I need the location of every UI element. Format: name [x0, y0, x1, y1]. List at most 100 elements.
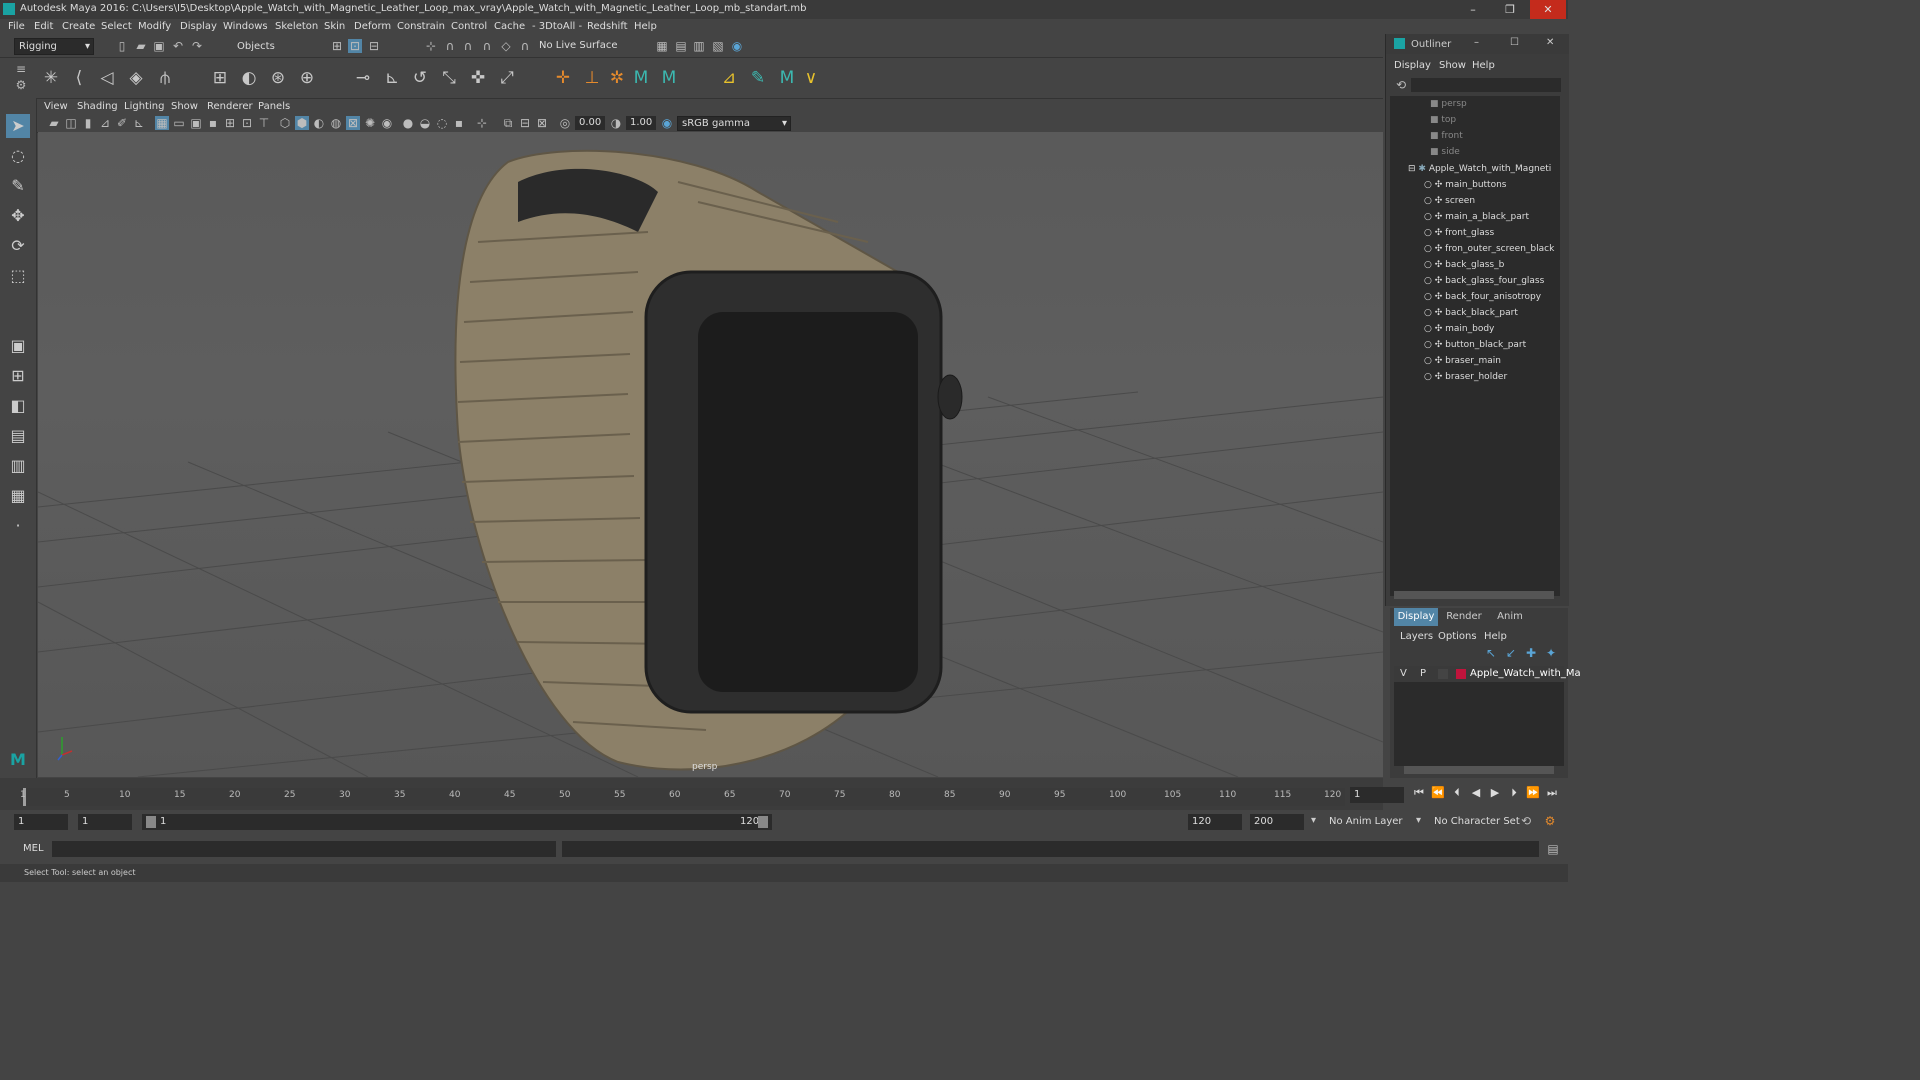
cluster-icon[interactable]: ⊕ — [296, 67, 318, 89]
backface-icon[interactable]: ⊠ — [535, 116, 549, 130]
select-object-icon[interactable]: ⊡ — [348, 39, 362, 53]
outliner-item-top[interactable]: ■ top — [1430, 112, 1456, 128]
menu-redshift[interactable]: Redshift — [587, 21, 628, 32]
menu-skeleton[interactable]: Skeleton — [275, 21, 318, 32]
watch-screen[interactable] — [698, 312, 918, 692]
menu-cache[interactable]: Cache — [494, 21, 525, 32]
single-pane-icon[interactable]: ▣ — [6, 334, 30, 358]
scale-tool-icon[interactable]: ⬚ — [6, 264, 30, 288]
move-layer-up-icon[interactable]: ↖ — [1484, 646, 1498, 660]
render-frame-icon[interactable]: ▤ — [674, 39, 688, 53]
restore-button[interactable]: ❐ — [1492, 0, 1528, 19]
image-plane-icon[interactable]: ⊿ — [98, 116, 112, 130]
muscle-spline-icon[interactable]: M — [658, 67, 680, 89]
menu-control[interactable]: Control — [451, 21, 487, 32]
time-ruler[interactable]: 1 5 10 15 20 25 30 35 40 45 50 55 60 65 … — [20, 788, 1345, 806]
range-start-handle[interactable] — [146, 816, 156, 828]
menuset-dropdown[interactable]: Rigging ▾ — [14, 38, 94, 55]
maya-shelf-icon[interactable]: M — [776, 67, 798, 89]
menu-create[interactable]: Create — [62, 21, 95, 32]
undo-icon[interactable]: ↶ — [171, 39, 185, 53]
color-management-icon[interactable]: ◉ — [660, 116, 674, 130]
outliner-item-child[interactable]: ○ ✣ button_black_part — [1424, 337, 1526, 353]
brush-icon[interactable]: ✎ — [747, 67, 769, 89]
outliner-hscrollbar[interactable] — [1394, 591, 1554, 599]
layer-menu-options[interactable]: Options — [1438, 631, 1477, 642]
tab-render[interactable]: Render — [1442, 608, 1486, 626]
textured-icon[interactable]: ◍ — [329, 116, 343, 130]
script-editor-icon[interactable]: ▤ — [1546, 842, 1560, 856]
snap-curve-icon[interactable]: ∩ — [443, 39, 457, 53]
layer-menu-layers[interactable]: Layers — [1400, 631, 1433, 642]
lattice-icon[interactable]: ⊛ — [267, 67, 289, 89]
orient-joint-icon[interactable]: ◈ — [125, 67, 147, 89]
outliner-close-button[interactable]: ✕ — [1546, 37, 1554, 48]
scale-constraint-icon[interactable]: ⤡ — [438, 67, 460, 89]
menu-3dtoall[interactable]: - 3DtoAll - — [532, 21, 582, 32]
go-to-start-icon[interactable]: ⏮ — [1412, 786, 1426, 800]
outliner-layout-icon[interactable]: ▤ — [6, 424, 30, 448]
mirror-joint-icon[interactable]: ◁ — [96, 67, 118, 89]
animation-end-field[interactable]: 200 — [1250, 814, 1304, 830]
move-layer-down-icon[interactable]: ↙ — [1504, 646, 1518, 660]
outliner-item-side[interactable]: ■ side — [1430, 144, 1460, 160]
layer-menu-help[interactable]: Help — [1484, 631, 1507, 642]
command-input[interactable] — [52, 841, 556, 857]
save-scene-icon[interactable]: ▣ — [152, 39, 166, 53]
menu-skin[interactable]: Skin — [324, 21, 345, 32]
exposure-icon[interactable]: ◎ — [558, 116, 572, 130]
panel-menu-view[interactable]: View — [44, 101, 68, 112]
outliner-menu-show[interactable]: Show — [1439, 60, 1466, 71]
outliner-item-child[interactable]: ○ ✣ back_four_anisotropy — [1424, 289, 1541, 305]
ipr-render-icon[interactable]: ▥ — [692, 39, 706, 53]
snap-grid-icon[interactable]: ⊹ — [424, 39, 438, 53]
layer-name[interactable]: Apple_Watch_with_Ma — [1470, 668, 1581, 679]
default-material-icon[interactable]: ◐ — [312, 116, 326, 130]
vertex-icon[interactable]: ∨ — [800, 67, 822, 89]
paint-weights-icon[interactable]: ◐ — [238, 67, 260, 89]
menu-modify[interactable]: Modify — [138, 21, 171, 32]
locator-joint-icon[interactable]: ⊥ — [581, 67, 603, 89]
outliner-search-input[interactable] — [1411, 78, 1561, 92]
bookmark-icon[interactable]: ▮ — [81, 116, 95, 130]
outliner-item-child[interactable]: ○ ✣ back_glass_four_glass — [1424, 273, 1544, 289]
motion-blur-icon[interactable]: ◒ — [418, 116, 432, 130]
smooth-shade-icon[interactable]: ⬢ — [295, 116, 309, 130]
weight-paint-icon[interactable]: ⊿ — [718, 67, 740, 89]
layer-hscrollbar[interactable] — [1404, 766, 1554, 774]
lasso-tool-icon[interactable]: ◌ — [6, 144, 30, 168]
lights-icon[interactable]: ✺ — [363, 116, 377, 130]
range-slider[interactable]: 1 120 — [142, 814, 772, 830]
menu-file[interactable]: File — [8, 21, 25, 32]
tab-display[interactable]: Display — [1394, 608, 1438, 626]
shelf-menu-icon[interactable]: ≡ — [14, 62, 28, 76]
isolate-select-icon[interactable]: ⊹ — [475, 116, 489, 130]
film-gate-icon[interactable]: ▭ — [172, 116, 186, 130]
outliner-item-child[interactable]: ○ ✣ back_black_part — [1424, 305, 1518, 321]
outliner-menu-display[interactable]: Display — [1394, 60, 1431, 71]
snap-surface-icon[interactable]: ◇ — [499, 39, 513, 53]
viewport-persp[interactable]: persp — [38, 132, 1383, 777]
gate-mask-icon[interactable]: ▪ — [206, 116, 220, 130]
outliner-item-child[interactable]: ○ ✣ main_buttons — [1424, 177, 1507, 193]
menu-constrain[interactable]: Constrain — [397, 21, 445, 32]
shelf-settings-icon[interactable]: ⚙ — [14, 78, 28, 92]
snap-live-icon[interactable]: ∩ — [518, 39, 532, 53]
outliner-item-child[interactable]: ○ ✣ main_a_black_part — [1424, 209, 1529, 225]
xray-icon[interactable]: ⊠ — [346, 116, 360, 130]
panel-menu-lighting[interactable]: Lighting — [124, 101, 164, 112]
menu-help[interactable]: Help — [634, 21, 657, 32]
cluster-handle-icon[interactable]: ✲ — [606, 67, 628, 89]
outliner-item-front[interactable]: ■ front — [1430, 128, 1463, 144]
play-backwards-icon[interactable]: ◀ — [1469, 786, 1483, 800]
close-button[interactable]: ✕ — [1530, 0, 1566, 19]
resolution-gate-icon[interactable]: ▣ — [189, 116, 203, 130]
new-layer-icon[interactable]: ✚ — [1524, 646, 1538, 660]
outliner-maximize-button[interactable]: ☐ — [1510, 37, 1519, 48]
snap-view-icon[interactable]: ∩ — [480, 39, 494, 53]
select-tool-icon[interactable]: ➤ — [6, 114, 30, 138]
paint-select-icon[interactable]: ✎ — [6, 174, 30, 198]
rotate-tool-icon[interactable]: ⟳ — [6, 234, 30, 258]
grease-pencil-icon[interactable]: ✐ — [115, 116, 129, 130]
pole-vector-icon[interactable]: ⤢ — [496, 67, 518, 89]
